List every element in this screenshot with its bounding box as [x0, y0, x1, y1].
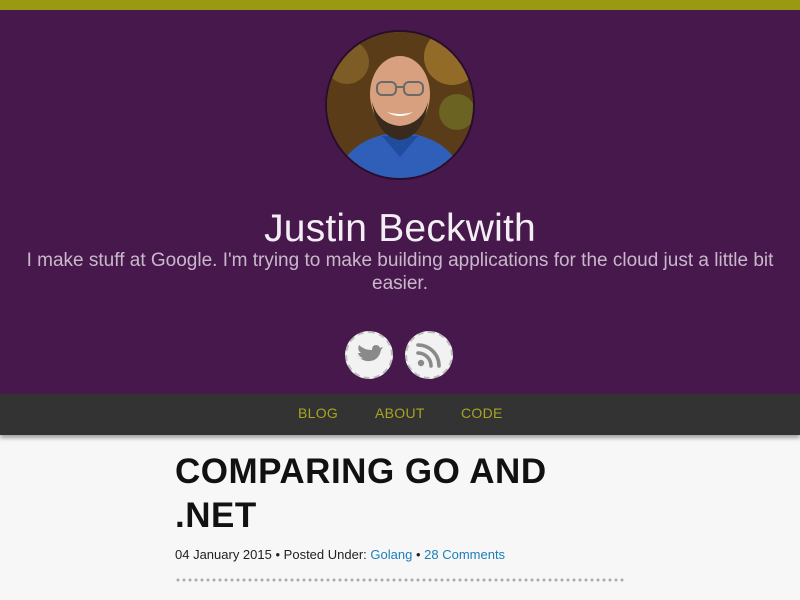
meta-separator: • [415, 547, 421, 562]
dotted-divider [175, 577, 625, 583]
site-author-name: Justin Beckwith [264, 207, 536, 250]
nav-code-link[interactable]: CODE [461, 405, 503, 421]
top-accent-bar [0, 0, 800, 10]
posted-under-label: Posted Under: [283, 547, 367, 562]
rss-link[interactable] [405, 331, 453, 379]
avatar [325, 30, 475, 180]
main-nav: BLOG ABOUT CODE [0, 394, 800, 435]
post-date: 04 January 2015 [175, 547, 272, 562]
rss-feed-icon [416, 343, 441, 368]
profile-header: Justin Beckwith I make stuff at Google. … [0, 10, 800, 394]
post-meta: 04 January 2015 • Posted Under: Golang •… [175, 547, 505, 562]
meta-separator: • [275, 547, 281, 562]
post-comments-link[interactable]: 28 Comments [424, 547, 505, 562]
twitter-bird-icon [356, 345, 383, 362]
site-tagline: I make stuff at Google. I'm trying to ma… [26, 250, 774, 294]
twitter-link[interactable] [345, 331, 393, 379]
post-category-link[interactable]: Golang [370, 547, 412, 562]
nav-blog-link[interactable]: BLOG [298, 405, 338, 421]
avatar-portrait-icon [327, 32, 473, 178]
post-title[interactable]: COMPARING GO AND .NET [175, 450, 615, 538]
nav-about-link[interactable]: ABOUT [375, 405, 425, 421]
